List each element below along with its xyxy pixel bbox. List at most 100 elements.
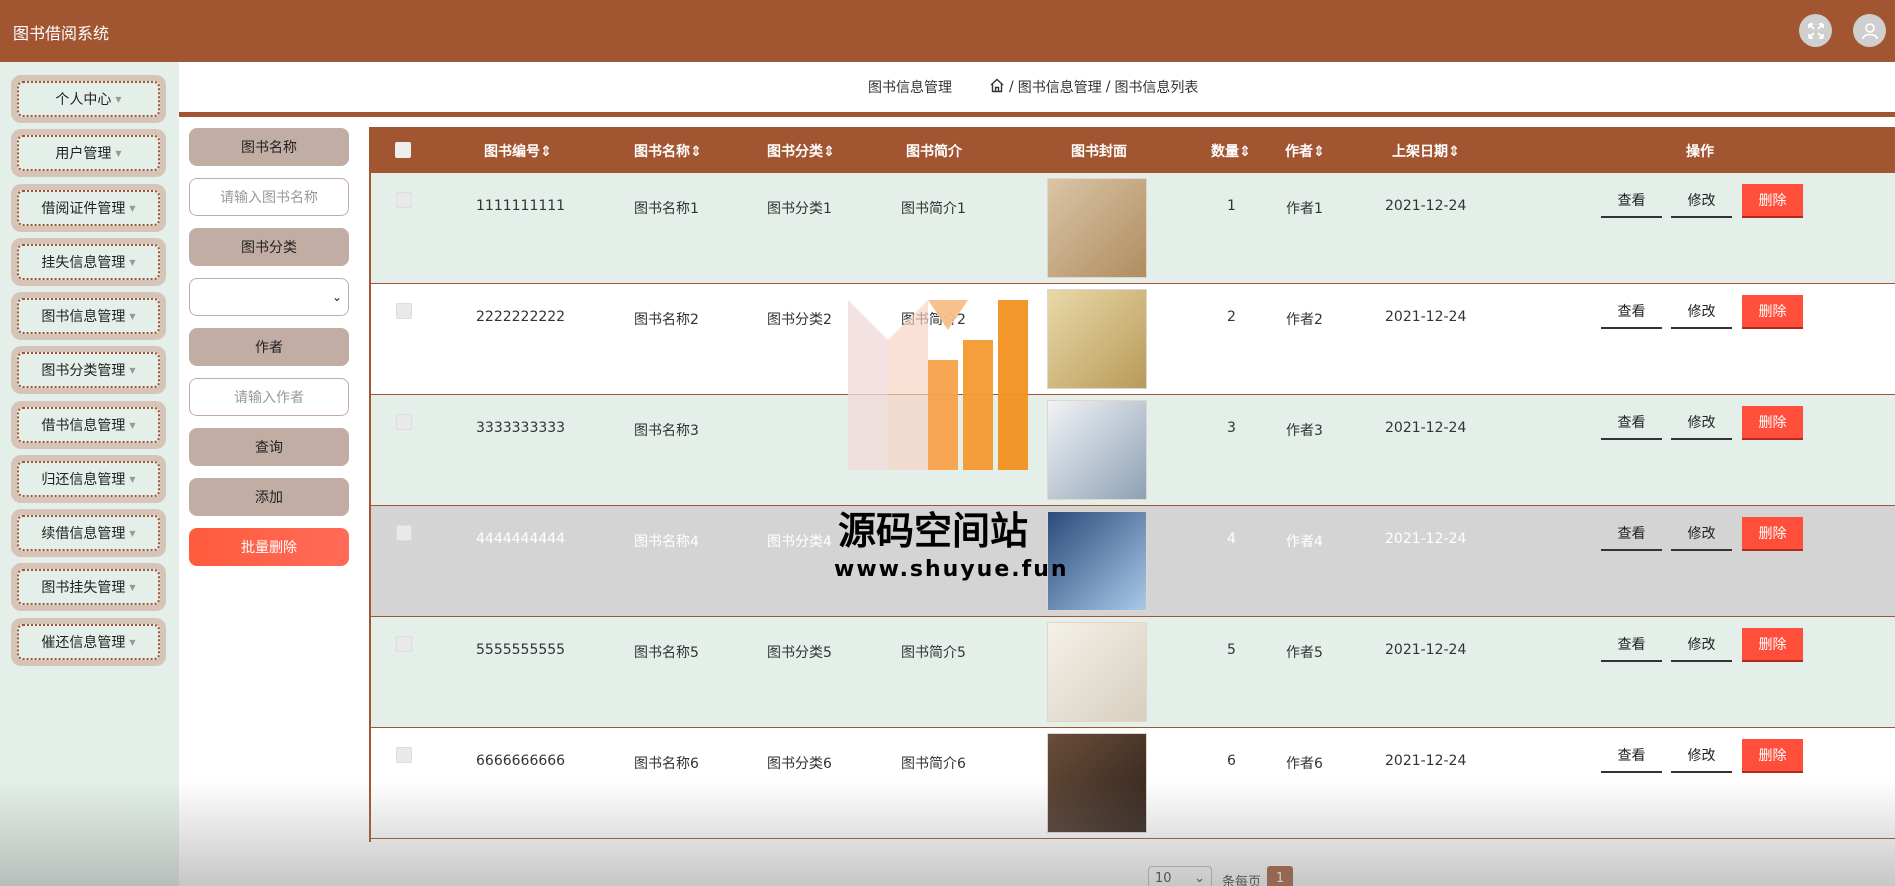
- cell-category: 图书分类4: [767, 534, 832, 550]
- edit-button[interactable]: 修改: [1671, 184, 1732, 218]
- delete-button[interactable]: 删除: [1742, 295, 1803, 329]
- view-button[interactable]: 查看: [1601, 517, 1662, 551]
- column-header-category[interactable]: 图书分类⇕: [767, 141, 835, 161]
- row-checkbox[interactable]: [396, 303, 412, 319]
- column-header-id[interactable]: 图书编号⇕: [484, 141, 552, 161]
- cell-id: 2222222222: [476, 309, 566, 325]
- column-header-name[interactable]: 图书名称⇕: [634, 141, 702, 161]
- cell-intro: 图书简介1: [901, 201, 966, 217]
- chevron-down-icon: ▼: [129, 257, 136, 267]
- breadcrumb-separator: /: [1105, 79, 1111, 95]
- author-input[interactable]: 请输入作者: [189, 378, 349, 416]
- table-row: 1111111111 图书名称1 图书分类1 图书简介1 1 作者1 2021-…: [371, 173, 1895, 284]
- sidebar-item-personal-center[interactable]: 个人中心 ▼: [11, 75, 166, 123]
- sidebar-item-library-card[interactable]: 借阅证件管理 ▼: [11, 184, 166, 232]
- home-icon[interactable]: [989, 78, 1005, 97]
- app-title: 图书借阅系统: [13, 24, 110, 43]
- fullscreen-icon[interactable]: [1799, 14, 1832, 47]
- cell-id: 5555555555: [476, 642, 566, 658]
- column-header-actions: 操作: [1686, 144, 1714, 160]
- book-name-input[interactable]: 请输入图书名称: [189, 178, 349, 216]
- cell-name: 图书名称1: [634, 201, 699, 217]
- page-size-select[interactable]: 10 ⌄: [1148, 866, 1212, 886]
- chevron-down-icon: ⌄: [331, 290, 342, 304]
- row-checkbox[interactable]: [396, 525, 412, 541]
- table-row: 3333333333 图书名称3 3 作者3 2021-12-24 查看 修改 …: [371, 395, 1895, 506]
- delete-button[interactable]: 删除: [1742, 406, 1803, 440]
- cell-name: 图书名称3: [634, 423, 699, 439]
- breadcrumb: / 图书信息管理 / 图书信息列表: [989, 77, 1198, 97]
- view-button[interactable]: 查看: [1601, 406, 1662, 440]
- table-header: 图书编号⇕ 图书名称⇕ 图书分类⇕ 图书简介 图书封面 数量⇕ 作者⇕ 上架日期…: [371, 127, 1895, 173]
- chevron-down-icon: ▼: [129, 474, 136, 484]
- sidebar-item-label: 个人中心: [55, 92, 112, 108]
- row-checkbox[interactable]: [396, 414, 412, 430]
- cell-date: 2021-12-24: [1385, 753, 1467, 769]
- cell-category: 图书分类1: [767, 201, 832, 217]
- sidebar-item-borrow[interactable]: 借书信息管理 ▼: [11, 401, 166, 449]
- delete-button[interactable]: 删除: [1742, 628, 1803, 662]
- batch-delete-button[interactable]: 批量删除: [189, 528, 349, 566]
- sidebar-item-users[interactable]: 用户管理 ▼: [11, 129, 166, 177]
- category-label: 图书分类: [189, 228, 349, 266]
- cell-category: 图书分类5: [767, 645, 832, 661]
- sidebar-item-book-info[interactable]: 图书信息管理 ▼: [11, 292, 166, 340]
- select-all-checkbox[interactable]: [395, 142, 411, 158]
- edit-button[interactable]: 修改: [1671, 739, 1732, 773]
- book-cover-image: [1047, 622, 1147, 722]
- sidebar-item-book-loss[interactable]: 图书挂失管理 ▼: [11, 563, 166, 611]
- chevron-down-icon: ▼: [129, 528, 136, 538]
- column-header-author[interactable]: 作者⇕: [1285, 141, 1325, 161]
- page-number-current[interactable]: 1: [1267, 866, 1293, 886]
- cell-id: 4444444444: [476, 531, 566, 547]
- cell-id: 6666666666: [476, 753, 566, 769]
- sidebar-item-book-category[interactable]: 图书分类管理 ▼: [11, 346, 166, 394]
- chevron-down-icon: ▼: [129, 311, 136, 321]
- chevron-down-icon: ▼: [115, 148, 122, 158]
- edit-button[interactable]: 修改: [1671, 628, 1732, 662]
- book-cover-image: [1047, 733, 1147, 833]
- sidebar-item-loss-report[interactable]: 挂失信息管理 ▼: [11, 238, 166, 286]
- delete-button[interactable]: 删除: [1742, 184, 1803, 218]
- cell-name: 图书名称4: [634, 534, 699, 550]
- sidebar-item-label: 借书信息管理: [41, 418, 126, 434]
- search-button[interactable]: 查询: [189, 428, 349, 466]
- sidebar-item-return[interactable]: 归还信息管理 ▼: [11, 455, 166, 503]
- row-checkbox[interactable]: [396, 747, 412, 763]
- edit-button[interactable]: 修改: [1671, 517, 1732, 551]
- chevron-down-icon: ▼: [129, 203, 136, 213]
- column-header-date[interactable]: 上架日期⇕: [1392, 141, 1460, 161]
- row-checkbox[interactable]: [396, 192, 412, 208]
- cell-date: 2021-12-24: [1385, 309, 1467, 325]
- view-button[interactable]: 查看: [1601, 628, 1662, 662]
- sidebar-item-renew[interactable]: 续借信息管理 ▼: [11, 509, 166, 557]
- author-label: 作者: [189, 328, 349, 366]
- column-header-quantity[interactable]: 数量⇕: [1211, 141, 1251, 161]
- breadcrumb-item-level1[interactable]: 图书信息管理: [1018, 77, 1102, 97]
- view-button[interactable]: 查看: [1601, 739, 1662, 773]
- cell-author: 作者6: [1286, 756, 1323, 772]
- sidebar-item-label: 借阅证件管理: [41, 201, 126, 217]
- column-header-intro: 图书简介: [906, 144, 962, 160]
- edit-button[interactable]: 修改: [1671, 295, 1732, 329]
- table-row: 6666666666 图书名称6 图书分类6 图书简介6 6 作者6 2021-…: [371, 728, 1895, 839]
- cell-author: 作者1: [1286, 201, 1323, 217]
- column-header-cover: 图书封面: [1071, 144, 1127, 160]
- edit-button[interactable]: 修改: [1671, 406, 1732, 440]
- sidebar-item-reminder[interactable]: 催还信息管理 ▼: [11, 618, 166, 666]
- delete-button[interactable]: 删除: [1742, 739, 1803, 773]
- delete-button[interactable]: 删除: [1742, 517, 1803, 551]
- category-select[interactable]: ⌄: [189, 278, 349, 316]
- cell-intro: 图书简介6: [901, 756, 966, 772]
- cell-quantity: 3: [1227, 420, 1236, 436]
- cell-date: 2021-12-24: [1385, 198, 1467, 214]
- watermark-title: 源码空间站: [838, 509, 1029, 553]
- add-button[interactable]: 添加: [189, 478, 349, 516]
- view-button[interactable]: 查看: [1601, 295, 1662, 329]
- sidebar-item-label: 催还信息管理: [41, 635, 126, 651]
- view-button[interactable]: 查看: [1601, 184, 1662, 218]
- cell-id: 1111111111: [476, 198, 566, 214]
- row-checkbox[interactable]: [396, 636, 412, 652]
- cell-name: 图书名称5: [634, 645, 699, 661]
- user-icon[interactable]: [1853, 14, 1886, 47]
